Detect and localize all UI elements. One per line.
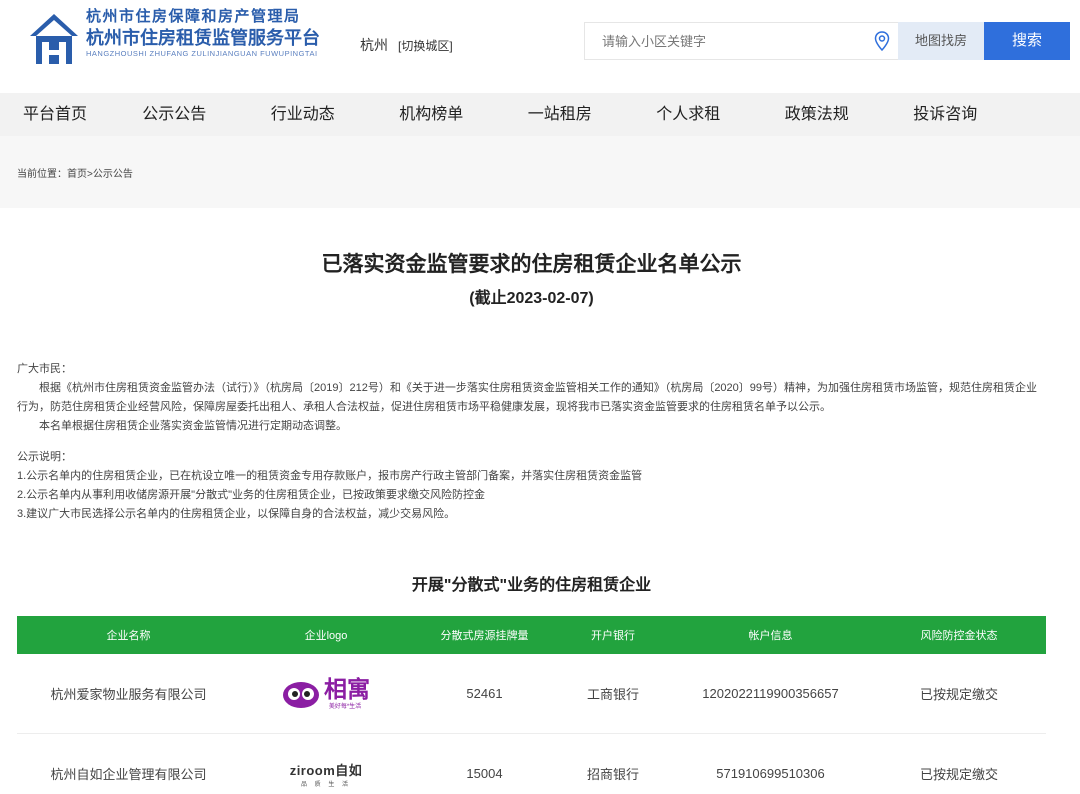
greeting: 广大市民： (17, 363, 72, 375)
house-logo-icon (30, 14, 78, 64)
column-header: 企业名称 (106, 630, 151, 642)
map-search-button[interactable]: 地图找房 (898, 22, 984, 60)
logo-text: ziroom自如 (289, 762, 363, 778)
account-number: 571910699510306 (716, 766, 825, 781)
site-header: 杭州市住房保障和房产管理局 杭州市住房租赁监管服务平台 HANGZHOUSHI … (0, 0, 1080, 93)
xiangyu-logo: 相寓 美好每*生活 (282, 677, 370, 710)
logo-slogan: 品 质 生 活 (300, 781, 351, 788)
deposit-status: 已按规定缴交 (919, 767, 998, 782)
search-input[interactable] (585, 23, 865, 59)
nav-item-industry-news[interactable]: 行业动态 (239, 93, 368, 136)
platform-pinyin: HANGZHOUSHI ZHUFANG ZULINJIANGUAN FUWUPI… (86, 49, 318, 58)
deposit-status: 已按规定缴交 (919, 687, 998, 702)
logo-text: 相寓 (324, 676, 370, 702)
search-box (584, 22, 898, 60)
nav-item-home[interactable]: 平台首页 (0, 93, 110, 136)
notes-heading: 公示说明： (17, 451, 72, 463)
column-header: 风险防控金状态 (920, 630, 998, 642)
nav-item-agency-rankings[interactable]: 机构榜单 (367, 93, 496, 136)
note-item: 3.建议广大市民选择公示名单内的住房租赁企业，以保障自身的合法权益，减少交易风险… (17, 508, 456, 520)
paragraph: 根据《杭州市住房租赁资金监管办法（试行）》（杭房局〔2019〕212号）和《关于… (17, 382, 1038, 413)
column-header: 分散式房源挂牌量 (440, 630, 529, 642)
article-body: 广大市民： 根据《杭州市住房租赁资金监管办法（试行）》（杭房局〔2019〕212… (17, 360, 1047, 524)
company-name: 杭州自如企业管理有限公司 (50, 767, 207, 782)
platform-name: 杭州市住房租赁监管服务平台 (86, 28, 320, 48)
column-header: 开户银行 (591, 630, 635, 642)
bank-name: 工商银行 (586, 687, 639, 702)
agency-name: 杭州市住房保障和房产管理局 (86, 8, 301, 25)
enterprise-table: 企业名称 企业logo 分散式房源挂牌量 开户银行 帐户信息 风险防控金状态 杭… (17, 616, 1046, 794)
listing-count: 52461 (466, 686, 503, 701)
nav-item-one-stop-rental[interactable]: 一站租房 (496, 93, 625, 136)
column-header: 帐户信息 (748, 630, 793, 642)
company-name: 杭州爱家物业服务有限公司 (50, 687, 207, 702)
account-number: 1202022119900356657 (702, 686, 839, 701)
owl-face-icon (283, 681, 319, 708)
page-title: 已落实资金监管要求的住房租赁企业名单公示 (321, 253, 742, 276)
note-item: 2.公示名单内从事利用收储房源开展"分散式"业务的住房租赁企业，已按政策要求缴交… (17, 489, 485, 501)
main-nav: 平台首页 公示公告 行业动态 机构榜单 一站租房 个人求租 政策法规 投诉咨询 (0, 93, 1080, 136)
section-title: 开展"分散式"业务的住房租赁企业 (411, 577, 652, 594)
table-row: 杭州爱家物业服务有限公司 相寓 美好每*生活 52461 工商银行 120202… (17, 654, 1046, 734)
nav-item-complaints[interactable]: 投诉咨询 (881, 93, 1010, 136)
site-logo[interactable]: 杭州市住房保障和房产管理局 杭州市住房租赁监管服务平台 HANGZHOUSHI … (28, 8, 320, 66)
switch-district-link[interactable]: [切换城区] (398, 37, 453, 54)
company-logo: ziroom自如 品 质 生 活 (240, 734, 412, 794)
nav-item-policies[interactable]: 政策法规 (753, 93, 882, 136)
column-header: 企业logo (304, 630, 348, 642)
page-subtitle: (截止2023-02-07) (469, 290, 594, 307)
search-button[interactable]: 搜索 (984, 22, 1070, 60)
nav-item-announcements[interactable]: 公示公告 (110, 93, 239, 136)
current-city: 杭州 (360, 37, 388, 53)
paragraph: 本名单根据住房租赁企业落实资金监管情况进行定期动态调整。 (39, 420, 347, 432)
listing-count: 15004 (466, 766, 503, 781)
breadcrumb-bar: 当前位置：首页>公示公告 (0, 136, 1080, 208)
company-logo: 相寓 美好每*生活 (240, 654, 412, 733)
nav-item-personal-request[interactable]: 个人求租 (624, 93, 753, 136)
ziroom-logo: ziroom自如 品 质 生 活 (290, 760, 363, 788)
table-header: 企业名称 企业logo 分散式房源挂牌量 开户银行 帐户信息 风险防控金状态 (17, 616, 1046, 654)
breadcrumb[interactable]: 当前位置：首页>公示公告 (17, 165, 133, 180)
table-row: 杭州自如企业管理有限公司 ziroom自如 品 质 生 活 15004 招商银行… (17, 734, 1046, 794)
note-item: 1.公示名单内的住房租赁企业，已在杭设立唯一的租赁资金专用存款账户，报市房产行政… (17, 470, 643, 482)
bank-name: 招商银行 (586, 767, 639, 782)
logo-slogan: 美好每*生活 (328, 704, 362, 710)
location-pin-icon[interactable] (874, 31, 890, 51)
